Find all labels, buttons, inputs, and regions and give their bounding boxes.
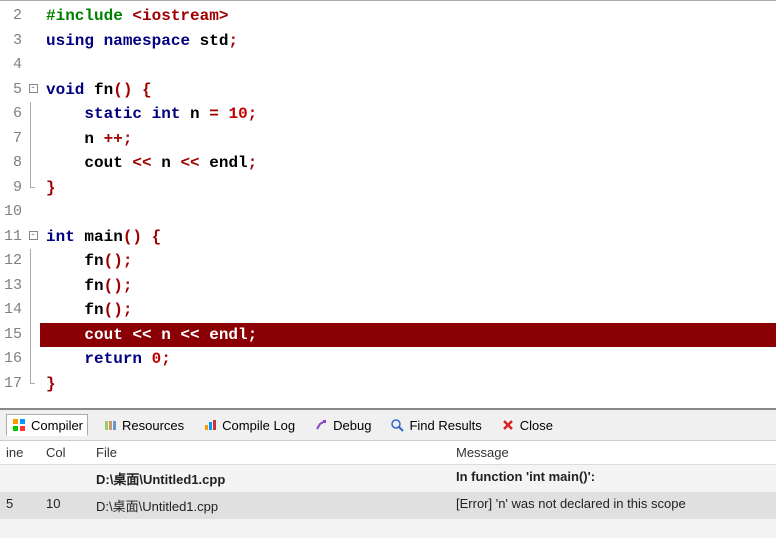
- compile-log-icon: [202, 417, 218, 433]
- col-file[interactable]: File: [90, 441, 450, 464]
- find-results-icon: [389, 417, 405, 433]
- debug-icon: [313, 417, 329, 433]
- tab-debug[interactable]: Debug: [309, 415, 375, 435]
- error-line[interactable]: cout << n << endl;: [40, 323, 776, 348]
- panel-tabs: Compiler Resources Compile Log Debug Fin…: [0, 410, 776, 441]
- fold-gutter: - -: [26, 1, 40, 408]
- compiler-panel: Compiler Resources Compile Log Debug Fin…: [0, 408, 776, 538]
- error-row[interactable]: D:\桌面\Untitled1.cpp In function 'int mai…: [0, 465, 776, 492]
- resources-icon: [102, 417, 118, 433]
- code-area[interactable]: #include <iostream> using namespace std;…: [40, 1, 776, 408]
- fold-box-icon[interactable]: -: [29, 84, 38, 93]
- tab-find-results[interactable]: Find Results: [385, 415, 485, 435]
- line-gutter: 2345 6789 10111213 14151617: [0, 1, 26, 408]
- col-line[interactable]: ine: [0, 441, 40, 464]
- close-icon: [500, 417, 516, 433]
- tab-compile-log[interactable]: Compile Log: [198, 415, 299, 435]
- compiler-icon: [11, 417, 27, 433]
- code-editor[interactable]: 2345 6789 10111213 14151617 - - #include…: [0, 0, 776, 408]
- col-col[interactable]: Col: [40, 441, 90, 464]
- tab-compiler[interactable]: Compiler: [6, 414, 88, 436]
- tab-resources[interactable]: Resources: [98, 415, 188, 435]
- fold-box-icon[interactable]: -: [29, 231, 38, 240]
- col-msg[interactable]: Message: [450, 441, 776, 464]
- error-row[interactable]: 5 10 D:\桌面\Untitled1.cpp [Error] 'n' was…: [0, 492, 776, 519]
- tab-close[interactable]: Close: [496, 415, 557, 435]
- error-table-header: ine Col File Message: [0, 441, 776, 465]
